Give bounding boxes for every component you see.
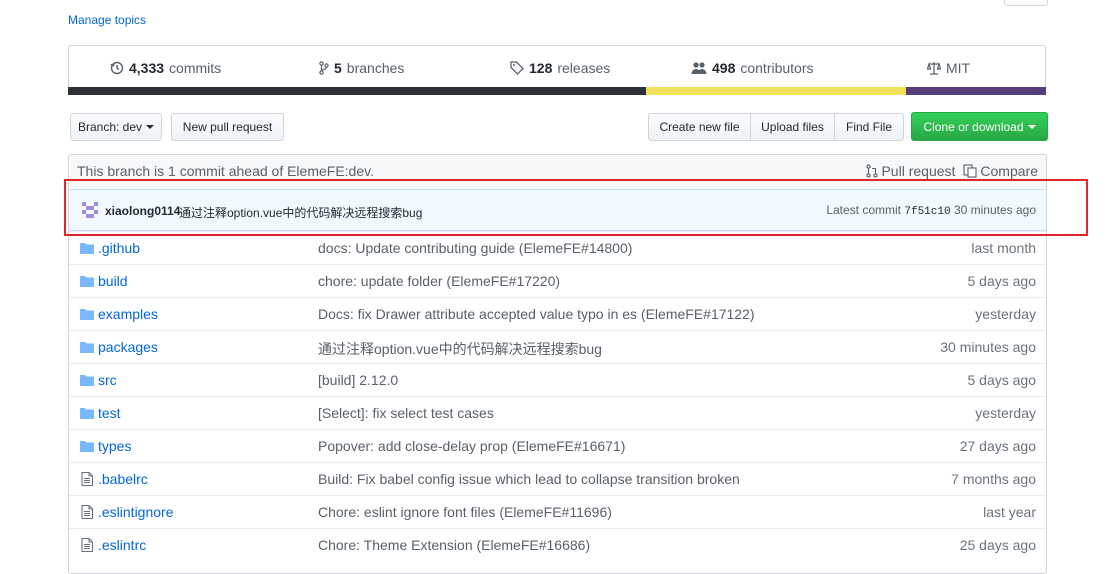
file-name-link[interactable]: .babelrc [98,471,148,487]
annotation-highlight-box [64,179,1088,236]
file-commit-message-link[interactable]: Chore: eslint ignore font files (ElemeFE… [318,504,612,520]
contributors-label: contributors [740,60,814,76]
file-commit-age: yesterday [975,306,1036,322]
pull-request-icon [866,164,879,178]
file-commit-message-link[interactable]: Docs: fix Drawer attribute accepted valu… [318,306,755,322]
file-commit-age: 27 days ago [959,438,1036,454]
license-link[interactable]: MIT [927,60,970,76]
commits-link[interactable]: 4,333 commits [110,60,221,76]
file-commit-age: 7 months ago [951,471,1036,487]
file-commit-message-link[interactable]: docs: Update contributing guide (ElemeFE… [318,240,632,256]
file-commit-message-link[interactable]: [build] 2.12.0 [318,372,398,388]
branches-count: 5 [334,60,342,76]
branch-status-text: This branch is 1 commit ahead of ElemeFE… [77,163,374,179]
file-commit-message-link[interactable]: chore: update folder (ElemeFE#17220) [318,273,560,289]
releases-count: 128 [529,60,553,76]
folder-icon [79,373,95,387]
file-name-link[interactable]: .eslintrc [98,537,146,553]
contributors-link[interactable]: 498 contributors [691,60,814,76]
file-name-link[interactable]: src [98,372,117,388]
branches-label: branches [346,60,405,76]
language-bar-segment [906,87,1046,95]
file-name-link[interactable]: .eslintignore [98,504,174,520]
file-commit-age: 30 minutes ago [940,339,1036,355]
file-commit-age: yesterday [975,405,1036,421]
file-row: packages 通过注释option.vue中的代码解决远程搜索bug 30 mi… [69,330,1046,363]
file-commit-message-link[interactable]: Build: Fix babel config issue which lead… [318,471,740,487]
file-icon [79,471,95,487]
compare-icon [963,164,977,178]
releases-label: releases [557,60,611,76]
manage-topics-link[interactable]: Manage topics [68,13,146,27]
folder-icon [79,241,95,255]
find-file-label: Find File [845,120,892,134]
file-commit-age: 25 days ago [959,537,1036,553]
create-new-file-label: Create new file [659,120,740,134]
file-commit-message-link[interactable]: 通过注释option.vue中的代码解决远程搜索bug [318,339,602,359]
header-action-button[interactable] [1004,0,1048,6]
commits-count: 4,333 [129,60,165,76]
contributors-count: 498 [712,60,736,76]
file-icon [79,537,95,553]
file-commit-message-link[interactable]: Chore: Theme Extension (ElemeFE#16686) [318,537,590,553]
language-bar-segment [68,87,646,95]
releases-link[interactable]: 128 releases [510,60,610,76]
file-commit-message-link[interactable]: Popover: add close-delay prop (ElemeFE#1… [318,438,625,454]
file-row: types Popover: add close-delay prop (Elem… [69,429,1046,462]
folder-icon [79,307,95,321]
folder-icon [79,439,95,453]
file-name-link[interactable]: packages [98,339,158,355]
folder-icon [79,406,95,420]
file-row: src [build] 2.12.0 5 days ago [69,363,1046,396]
branch-icon [319,61,329,75]
file-row: test [Select]: fix select test cases yeste… [69,396,1046,429]
file-name-link[interactable]: types [98,438,131,454]
compare-label: Compare [980,163,1038,179]
new-pull-request-button[interactable]: New pull request [171,113,284,141]
file-row: .eslintrc Chore: Theme Extension (ElemeFE… [69,528,1046,561]
file-commit-age: last month [971,240,1036,256]
language-bar-segment [646,87,906,95]
compare-link[interactable]: Compare [963,163,1038,179]
file-row: build chore: update folder (ElemeFE#17220… [69,264,1046,297]
caret-down-icon [146,125,155,129]
find-file-button[interactable]: Find File [834,113,904,141]
file-row: .babelrc Build: Fix babel config issue wh… [69,462,1046,495]
new-pull-request-label: New pull request [182,120,273,134]
create-new-file-button[interactable]: Create new file [648,113,751,141]
file-commit-age: last year [983,504,1036,520]
branch-select-label: Branch: dev [77,120,143,134]
tag-icon [510,61,524,75]
file-commit-message-link[interactable]: [Select]: fix select test cases [318,405,494,421]
law-icon [927,61,941,75]
file-commit-age: 5 days ago [967,372,1037,388]
file-name-link[interactable]: .github [98,240,140,256]
pull-request-label: Pull request [881,163,956,179]
file-icon [79,504,95,520]
caret-down-icon [1027,124,1036,129]
file-name-link[interactable]: build [98,273,128,289]
folder-icon [79,274,95,288]
clone-download-button[interactable]: Clone or download [911,112,1048,141]
history-icon [110,61,124,75]
commits-label: commits [169,60,222,76]
file-name-link[interactable]: examples [98,306,158,322]
pull-request-link[interactable]: Pull request [866,163,955,179]
upload-files-button[interactable]: Upload files [750,113,835,141]
file-name-link[interactable]: test [98,405,121,421]
people-icon [691,62,707,74]
file-row: examples Docs: fix Drawer attribute accep… [69,297,1046,330]
file-commit-age: 5 days ago [967,273,1037,289]
clone-download-label: Clone or download [923,119,1024,134]
branches-link[interactable]: 5 branches [319,60,404,76]
upload-files-label: Upload files [761,120,824,134]
license-label: MIT [946,60,971,76]
folder-icon [79,340,95,354]
file-row: .eslintignore Chore: eslint ignore font f… [69,495,1046,528]
branch-select-button[interactable]: Branch: dev [70,113,162,141]
